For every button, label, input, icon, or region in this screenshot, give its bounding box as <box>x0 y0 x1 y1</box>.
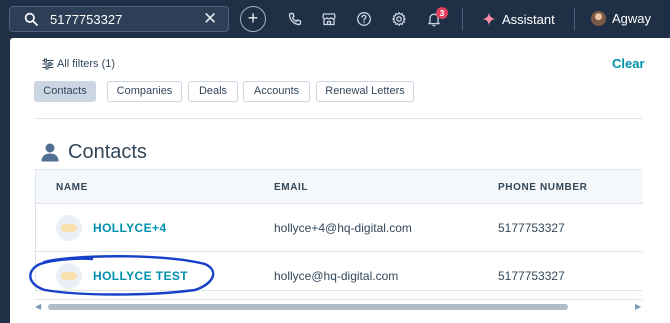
contact-name-link[interactable]: HOLLYCE+4 <box>93 221 167 235</box>
contacts-results-table: NAME EMAIL PHONE NUMBER HOLLYCE+4 hollyc… <box>35 169 643 300</box>
top-navigation-bar: 5177753327 ✕ + 3 Assistant Agway <box>0 0 670 38</box>
tab-accounts[interactable]: Accounts <box>243 81 310 102</box>
phone-icon[interactable] <box>287 11 303 27</box>
contact-name-link[interactable]: HOLLYCE TEST <box>93 269 188 283</box>
user-avatar[interactable] <box>591 11 606 26</box>
search-icon <box>24 12 38 26</box>
divider <box>462 8 463 30</box>
scroll-left-icon[interactable]: ◀ <box>35 302 41 311</box>
search-results-panel: All filters (1) Clear Contacts Companies… <box>10 38 670 323</box>
divider <box>35 118 642 119</box>
divider <box>574 8 575 30</box>
contact-phone: 5177753327 <box>498 221 565 235</box>
tab-deals[interactable]: Deals <box>188 81 238 102</box>
table-row[interactable]: HOLLYCE+4 hollyce+4@hq-digital.com 51777… <box>36 204 643 252</box>
column-header-email[interactable]: EMAIL <box>274 182 308 193</box>
person-icon <box>41 143 59 162</box>
scroll-right-icon[interactable]: ▶ <box>635 302 641 311</box>
global-search-field[interactable]: 5177753327 ✕ <box>9 6 229 32</box>
table-row[interactable]: HOLLYCE TEST hollyce@hq-digital.com 5177… <box>36 252 643 300</box>
contact-avatar <box>56 263 82 289</box>
tab-companies[interactable]: Companies <box>107 81 182 102</box>
all-filters-label: All filters (1) <box>57 58 116 70</box>
contact-avatar <box>56 215 82 241</box>
contact-email: hollyce+4@hq-digital.com <box>274 221 412 235</box>
filter-icon <box>42 58 54 70</box>
horizontal-scrollbar[interactable]: ◀ ▶ <box>35 302 642 311</box>
close-icon[interactable]: ✕ <box>203 10 217 28</box>
account-menu[interactable]: Agway <box>612 11 651 26</box>
marketplace-icon[interactable] <box>321 11 337 27</box>
section-title: Contacts <box>68 141 147 163</box>
contact-email: hollyce@hq-digital.com <box>274 269 399 283</box>
gear-icon[interactable] <box>391 11 407 27</box>
search-input[interactable]: 5177753327 <box>50 12 122 27</box>
tab-renewal-letters[interactable]: Renewal Letters <box>316 81 414 102</box>
column-header-name[interactable]: NAME <box>56 182 88 193</box>
assistant-label: Assistant <box>502 12 555 27</box>
table-header: NAME EMAIL PHONE NUMBER <box>36 170 643 204</box>
column-header-phone[interactable]: PHONE NUMBER <box>498 182 587 193</box>
contact-phone: 5177753327 <box>498 269 565 283</box>
help-icon[interactable] <box>356 11 372 27</box>
clear-filters-link[interactable]: Clear <box>612 56 645 71</box>
notification-count-badge: 3 <box>436 7 448 19</box>
tab-contacts[interactable]: Contacts <box>34 81 96 102</box>
sparkle-icon <box>482 12 496 26</box>
create-new-button[interactable]: + <box>240 6 266 32</box>
scrollbar-thumb[interactable] <box>48 304 568 310</box>
